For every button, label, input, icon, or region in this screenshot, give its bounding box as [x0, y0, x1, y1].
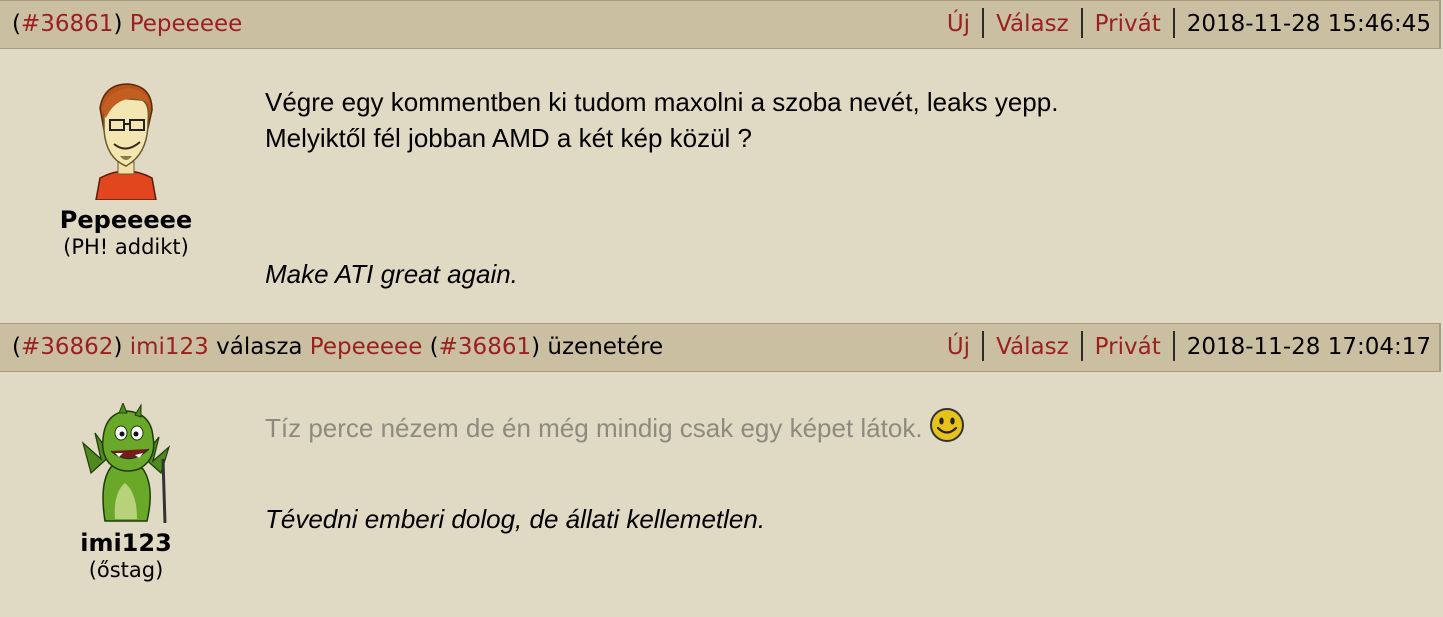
reply-to-post-link[interactable]: #36861	[439, 334, 531, 360]
user-info: Pepeeeee (PH! addikt)	[56, 78, 196, 260]
post-text-line: Tíz perce nézem de én még mindig csak eg…	[265, 413, 923, 443]
user-info: imi123 (őstag)	[56, 403, 196, 583]
post-header-info: (#36862) imi123 válasza Pepeeeee (#36861…	[12, 334, 664, 360]
separator	[1172, 330, 1175, 361]
separator	[1080, 7, 1083, 38]
private-message-button[interactable]: Privát	[1095, 11, 1161, 37]
post-timestamp: 2018-11-28 15:46:45	[1186, 11, 1431, 37]
post-header: (#36862) imi123 válasza Pepeeeee (#36861…	[0, 323, 1441, 372]
reply-to-author-link[interactable]: Pepeeeee	[310, 334, 423, 360]
user-rank: (PH! addikt)	[63, 235, 189, 259]
signature: Make ATI great again.	[265, 259, 518, 289]
forum-post: (#36861) Pepeeeee Új Válasz Privát 2018-11-…	[0, 0, 1443, 323]
forum-post: (#36862) imi123 válasza Pepeeeee (#36861…	[0, 323, 1443, 617]
post-text-line: Végre egy kommentben ki tudom maxolni a …	[265, 87, 1059, 117]
green-dragon-avatar-icon[interactable]	[81, 403, 171, 523]
post-timestamp: 2018-11-28 17:04:17	[1186, 334, 1431, 360]
username[interactable]: imi123	[56, 529, 196, 557]
author-link[interactable]: Pepeeeee	[130, 11, 243, 37]
separator	[982, 330, 985, 361]
smiley-icon	[929, 408, 964, 442]
post-actions: Új Válasz Privát 2018-11-28 15:46:45	[947, 1, 1431, 48]
post-header-info: (#36861) Pepeeeee	[12, 11, 243, 37]
username[interactable]: Pepeeeee	[56, 206, 196, 234]
signature: Tévedni emberi dolog, de állati kellemet…	[265, 504, 766, 534]
author-link[interactable]: imi123	[130, 334, 209, 360]
post-text-line: Melyiktől fél jobban AMD a két kép közül…	[265, 123, 753, 153]
post-body: Végre egy kommentben ki tudom maxolni a …	[265, 84, 1058, 156]
reply-word: válasza	[216, 334, 303, 360]
separator	[982, 7, 985, 38]
user-rank: (őstag)	[88, 558, 164, 582]
reply-suffix: üzenetére	[547, 334, 664, 360]
post-id-link[interactable]: #36861	[21, 11, 113, 37]
private-message-button[interactable]: Privát	[1095, 334, 1161, 360]
new-button[interactable]: Új	[947, 11, 970, 37]
quoted-post-body: Tíz perce nézem de én még mindig csak eg…	[265, 407, 965, 446]
post-actions: Új Válasz Privát 2018-11-28 17:04:17	[947, 324, 1431, 371]
post-header: (#36861) Pepeeeee Új Válasz Privát 2018-11-…	[0, 0, 1441, 49]
separator	[1080, 330, 1083, 361]
separator	[1172, 7, 1175, 38]
post-id-link[interactable]: #36862	[21, 334, 113, 360]
cartoon-man-avatar-icon[interactable]	[86, 78, 166, 200]
reply-button[interactable]: Válasz	[996, 11, 1069, 37]
reply-button[interactable]: Válasz	[996, 334, 1069, 360]
new-button[interactable]: Új	[947, 334, 970, 360]
